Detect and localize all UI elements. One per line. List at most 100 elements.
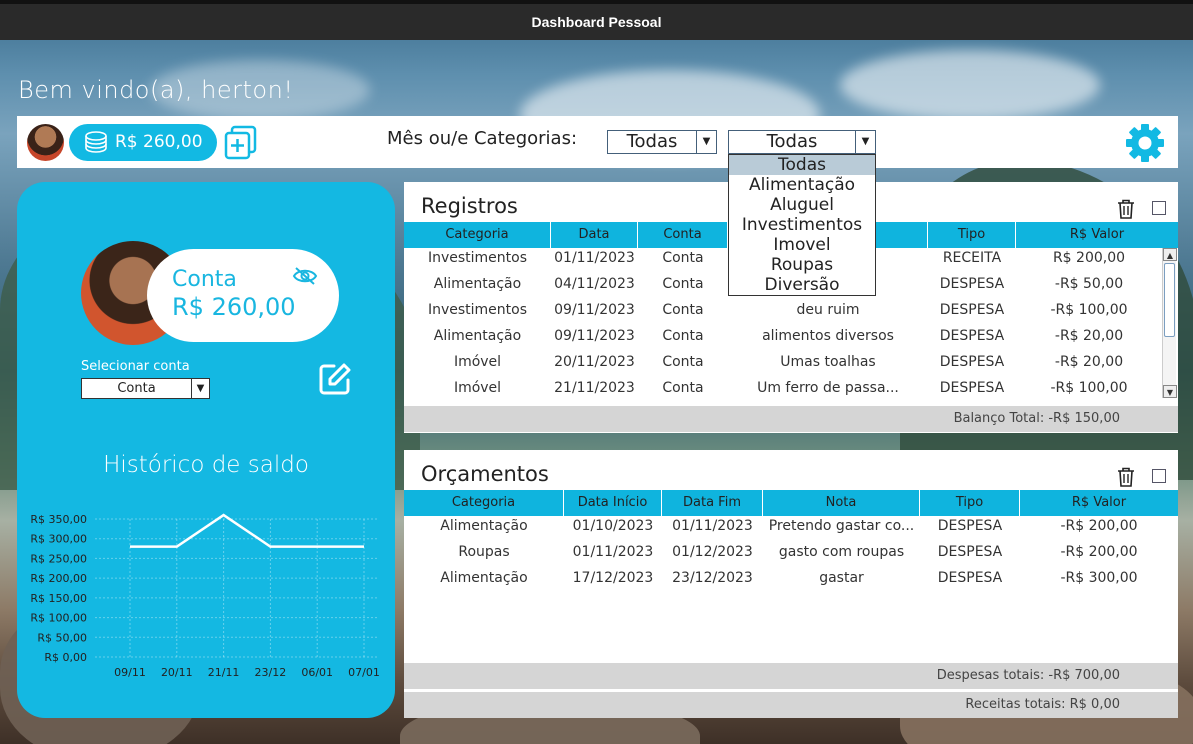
category-select-value: Todas — [766, 131, 818, 152]
month-select[interactable]: Todas ▼ — [607, 130, 717, 154]
table-row[interactable]: Roupas 01/11/2023 01/12/2023 gasto com r… — [404, 539, 1178, 565]
cell-tipo: RECEITA — [942, 250, 1002, 266]
expenses-total: Despesas totais: -R$ 700,00 — [404, 663, 1178, 689]
scroll-down-icon[interactable]: ▼ — [1163, 385, 1177, 398]
category-dropdown-list[interactable]: Todas Alimentação Aluguel Investimentos … — [728, 154, 876, 296]
income-total: Receitas totais: R$ 0,00 — [404, 692, 1178, 718]
trash-icon[interactable] — [1117, 199, 1135, 219]
y-tick-label: R$ 350,00 — [30, 513, 87, 526]
dropdown-option[interactable]: Todas — [729, 155, 875, 175]
select-all-checkbox[interactable] — [1152, 469, 1166, 483]
avatar[interactable] — [27, 124, 64, 161]
dropdown-option[interactable]: Aluguel — [729, 195, 875, 215]
trash-icon[interactable] — [1117, 467, 1135, 487]
cell-data-fim: 01/12/2023 — [672, 544, 753, 560]
cell-data: 01/11/2023 — [554, 250, 635, 266]
account-card: Conta R$ 260,00 — [147, 249, 339, 342]
cell-data-inicio: 01/10/2023 — [572, 518, 654, 534]
dropdown-option[interactable]: Imovel — [729, 235, 875, 255]
cell-valor: -R$ 20,00 — [1054, 328, 1124, 344]
table-row[interactable]: Alimentação 17/12/2023 23/12/2023 gastar… — [404, 565, 1178, 591]
y-tick-label: R$ 250,00 — [30, 552, 87, 565]
chevron-down-icon[interactable]: ▼ — [191, 379, 209, 398]
cell-conta: Conta — [662, 328, 704, 344]
select-all-checkbox[interactable] — [1152, 201, 1166, 215]
account-select-value: Conta — [117, 381, 156, 396]
y-tick-label: R$ 100,00 — [30, 612, 87, 625]
cell-conta: Conta — [662, 250, 704, 266]
cell-categoria: Alimentação — [440, 518, 528, 534]
cell-categoria: Alimentação — [433, 328, 522, 344]
cell-valor: R$ 200,00 — [1052, 250, 1126, 266]
cell-tipo: DESPESA — [937, 544, 1003, 560]
cell-categoria: Investimentos — [427, 302, 528, 318]
dropdown-option[interactable]: Alimentação — [729, 175, 875, 195]
cell-valor: -R$ 20,00 — [1054, 354, 1124, 370]
table-row[interactable]: Imóvel 21/11/2023 Conta Um ferro de pass… — [404, 375, 1162, 401]
balance-history-chart: R$ 0,00 R$ 50,00 R$ 100,00 R$ 150,00 R$ 200,… — [30, 513, 380, 679]
cell-valor: -R$ 50,00 — [1054, 276, 1124, 292]
series-line — [130, 513, 364, 548]
balance-value: R$ 260,00 — [115, 132, 203, 152]
dropdown-option[interactable]: Investimentos — [729, 215, 875, 235]
dropdown-option[interactable]: Roupas — [729, 255, 875, 275]
table-row[interactable]: Investimentos 09/11/2023 Conta deu ruim … — [404, 297, 1162, 323]
cell-nota: gastar — [819, 570, 864, 586]
cell-tipo: DESPESA — [939, 354, 1005, 370]
month-select-value: Todas — [626, 131, 678, 152]
add-record-icon[interactable] — [223, 124, 259, 160]
dropdown-option[interactable]: Diversão — [729, 275, 875, 295]
cell-nota: deu ruim — [796, 302, 860, 318]
y-tick-label: R$ 50,00 — [37, 631, 87, 644]
cell-conta: Conta — [662, 354, 704, 370]
cell-valor: -R$ 300,00 — [1060, 570, 1138, 586]
account-select[interactable]: Conta ▼ — [81, 378, 210, 399]
table-row[interactable]: Imóvel 20/11/2023 Conta Umas toalhas DES… — [404, 349, 1162, 375]
cell-data: 04/11/2023 — [554, 276, 635, 292]
orcamentos-card: Orçamentos Categoria Data Início Data Fi… — [404, 450, 1178, 718]
cell-tipo: DESPESA — [939, 302, 1005, 318]
table-row[interactable]: Alimentação 01/10/2023 01/11/2023 Preten… — [404, 513, 1178, 539]
cell-tipo: DESPESA — [939, 276, 1005, 292]
cell-data-fim: 23/12/2023 — [672, 570, 753, 586]
cell-categoria: Imóvel — [453, 354, 502, 370]
cell-data: 09/11/2023 — [554, 328, 635, 344]
y-tick-label: R$ 0,00 — [44, 651, 87, 664]
cell-categoria: Alimentação — [440, 570, 528, 586]
cell-categoria: Investimentos — [427, 250, 528, 266]
chevron-down-icon[interactable]: ▼ — [696, 131, 716, 153]
welcome-message: Bem vindo(a), herton! — [18, 76, 294, 104]
cell-valor: -R$ 100,00 — [1050, 302, 1128, 318]
balance-total: Balanço Total: -R$ 150,00 — [404, 406, 1178, 432]
scroll-thumb[interactable] — [1164, 263, 1175, 337]
cell-tipo: DESPESA — [937, 570, 1003, 586]
cell-valor: -R$ 200,00 — [1060, 518, 1138, 534]
cell-nota: Um ferro de passa... — [757, 380, 899, 396]
cell-data-inicio: 01/11/2023 — [572, 544, 654, 560]
cell-data: 09/11/2023 — [554, 302, 635, 318]
orcamentos-title: Orçamentos — [421, 462, 549, 486]
cell-conta: Conta — [662, 302, 704, 318]
coins-icon — [85, 131, 107, 153]
chevron-down-icon[interactable]: ▼ — [855, 131, 875, 153]
y-tick-label: R$ 200,00 — [30, 572, 87, 585]
cell-categoria: Alimentação — [433, 276, 522, 292]
x-tick-label: 21/11 — [208, 666, 240, 679]
table-row[interactable]: Alimentação 09/11/2023 Conta alimentos d… — [404, 323, 1162, 349]
cell-valor: -R$ 100,00 — [1050, 380, 1128, 396]
cell-nota: gasto com roupas — [778, 544, 905, 560]
cell-data: 20/11/2023 — [554, 354, 635, 370]
edit-icon[interactable] — [317, 361, 353, 397]
cell-data: 21/11/2023 — [554, 380, 635, 396]
cell-data-inicio: 17/12/2023 — [572, 570, 654, 586]
eye-off-icon[interactable] — [292, 267, 318, 285]
cell-data-fim: 01/11/2023 — [672, 518, 753, 534]
gear-icon[interactable] — [1125, 123, 1165, 163]
cell-tipo: DESPESA — [939, 328, 1005, 344]
x-tick-label: 07/01 — [348, 666, 380, 679]
cell-conta: Conta — [662, 276, 704, 292]
select-account-label: Selecionar conta — [81, 359, 190, 374]
category-select[interactable]: Todas ▼ — [728, 130, 876, 154]
scroll-up-icon[interactable]: ▲ — [1163, 248, 1177, 261]
registros-scrollbar[interactable]: ▲ ▼ — [1162, 248, 1177, 398]
